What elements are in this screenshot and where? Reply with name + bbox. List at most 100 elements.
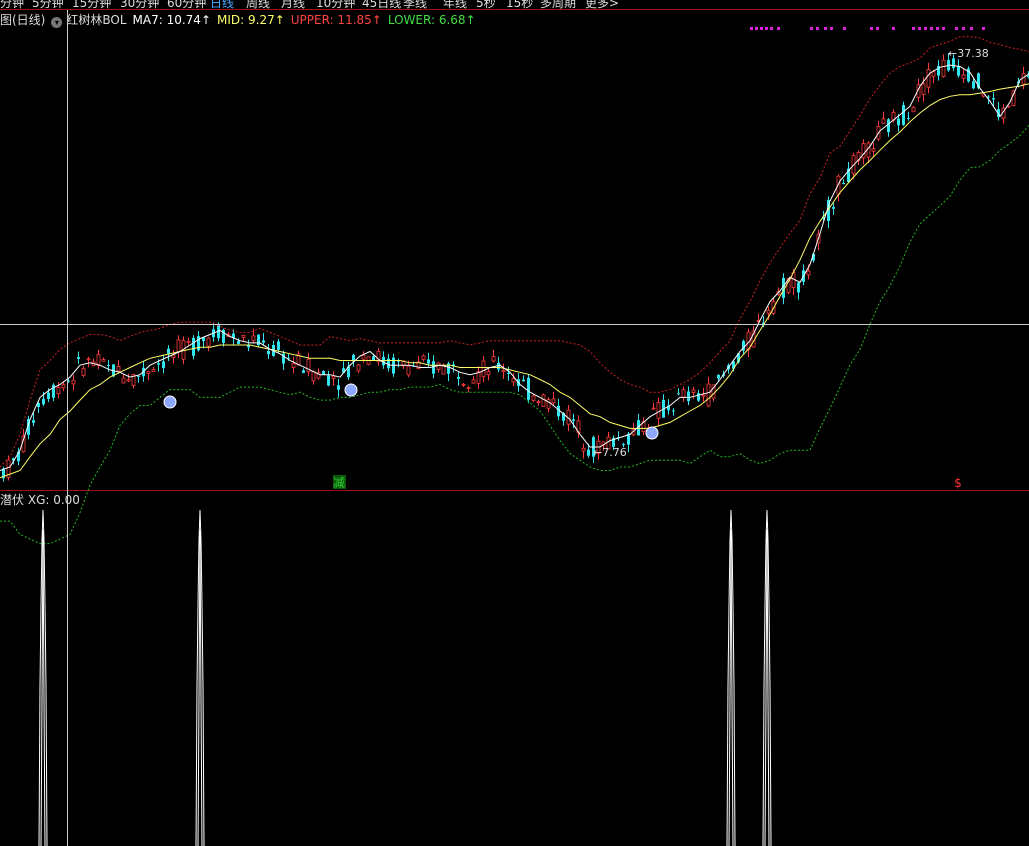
candle-body <box>897 118 900 126</box>
price-annotation: ←7.76 <box>593 446 627 459</box>
candle-body <box>96 353 101 367</box>
candle-body <box>137 375 140 377</box>
candle-body <box>581 447 586 452</box>
candle-body <box>237 341 240 344</box>
candle-body <box>32 420 35 423</box>
sad-face-icon <box>645 426 659 440</box>
candle-body <box>361 354 366 360</box>
signal-dot <box>970 27 973 30</box>
kline-chart[interactable]: ←37.38 ←7.76 减 $ <box>0 0 1029 846</box>
candle-body <box>687 391 690 402</box>
candle-body <box>466 387 471 390</box>
candle-body <box>192 337 195 356</box>
signal-dot <box>870 27 873 30</box>
signal-dot <box>760 27 763 30</box>
candle-body <box>267 350 270 355</box>
signal-dot <box>765 27 768 30</box>
candle-body <box>262 340 265 343</box>
signal-dot <box>892 27 895 30</box>
signal-dot <box>810 27 813 30</box>
signal-dot <box>942 27 945 30</box>
candle-body <box>71 379 76 385</box>
candle-body <box>61 384 66 389</box>
candle-body <box>486 371 491 376</box>
candle-body <box>331 375 336 379</box>
candle-body <box>457 376 460 379</box>
candle-body <box>432 361 435 374</box>
candle-body <box>881 118 886 124</box>
candle-body <box>471 379 476 384</box>
signal-dot <box>924 27 927 30</box>
candle-body <box>277 341 280 350</box>
signal-dot <box>777 27 780 30</box>
candle-body <box>47 392 50 399</box>
candle-body <box>251 335 256 341</box>
signal-dot <box>755 27 758 30</box>
price-annotation: ←37.38 <box>948 47 989 60</box>
candle-body <box>622 444 625 446</box>
candle-body <box>866 142 871 158</box>
candle-body <box>302 370 305 373</box>
ma7-line <box>0 64 1029 471</box>
candle-body <box>536 401 541 404</box>
candle-body <box>481 360 486 378</box>
candle-body <box>972 81 975 89</box>
candle-body <box>257 334 260 346</box>
candle-body <box>461 383 466 386</box>
candle-body <box>691 389 696 393</box>
candle-body <box>406 365 411 376</box>
candle-body <box>372 356 375 361</box>
signal-dot <box>876 27 879 30</box>
candle-body <box>701 394 706 397</box>
candle-body <box>832 207 835 209</box>
candle-body <box>797 282 800 293</box>
candle-body <box>651 407 656 410</box>
signal-dot <box>955 27 958 30</box>
candle-body <box>677 393 680 395</box>
candle-body <box>587 449 590 456</box>
candle-body <box>382 356 385 366</box>
candle-body <box>186 340 191 343</box>
sad-face-icon <box>344 383 358 397</box>
mid-line <box>0 83 1029 479</box>
signal-dot <box>982 27 985 30</box>
signal-dot <box>750 27 753 30</box>
candle-body <box>337 385 340 390</box>
candle-body <box>527 377 530 400</box>
candle-body <box>902 105 905 125</box>
candle-body <box>871 148 876 152</box>
candle-body <box>931 71 936 77</box>
candle-body <box>511 378 516 383</box>
candle-body <box>421 355 426 360</box>
candle-body <box>491 356 496 362</box>
candle-body <box>887 119 890 133</box>
candle-body <box>126 379 131 382</box>
candle-body <box>1021 73 1026 85</box>
candle-body <box>717 374 720 379</box>
candle-body <box>42 398 45 405</box>
candle-body <box>86 358 91 361</box>
candle-body <box>107 364 110 366</box>
candle-body <box>146 370 151 374</box>
candle-body <box>507 372 510 374</box>
candle-body <box>766 309 771 314</box>
sad-face-icon <box>163 395 177 409</box>
candle-body <box>672 410 675 412</box>
candle-body <box>656 401 661 419</box>
candle-body <box>101 359 106 362</box>
candle-body <box>291 363 296 368</box>
candle-body <box>151 368 156 372</box>
signal-dot <box>918 27 921 30</box>
candle-body <box>311 371 316 382</box>
candle-body <box>167 348 170 354</box>
candle-body <box>926 69 931 88</box>
candle-body <box>327 375 330 386</box>
candle-body <box>706 383 711 407</box>
candle-body <box>907 117 910 119</box>
candle-body <box>806 270 811 276</box>
candle-body <box>992 98 995 100</box>
candle-body <box>961 74 966 79</box>
candle-body <box>551 398 556 404</box>
candle-body <box>356 364 361 372</box>
candle-body <box>241 334 246 338</box>
